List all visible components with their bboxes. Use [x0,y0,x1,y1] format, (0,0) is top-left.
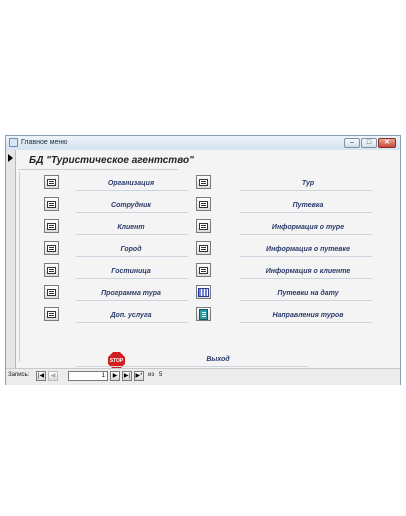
client-info-label[interactable]: Информация о клиенте [253,267,363,277]
open-hotel-button[interactable] [44,263,59,277]
switchboard-form: БД "Туристическое агентство" Организация… [16,150,400,369]
open-voucher-button[interactable] [196,197,211,211]
item-underline [240,300,372,301]
vouchers-by-date-label[interactable]: Путевки на дату [253,289,363,299]
form-icon [199,266,208,274]
voucher-label[interactable]: Путевка [253,201,363,211]
open-client-info-button[interactable] [196,263,211,277]
maximize-button[interactable]: □ [361,138,377,148]
open-employee-button[interactable] [44,197,59,211]
last-record-button[interactable]: ▶| [122,371,132,381]
prev-record-button[interactable]: ◀ [48,371,58,381]
item-underline [76,256,188,257]
form-icon [199,178,208,186]
open-tour-button[interactable] [196,175,211,189]
open-city-button[interactable] [44,241,59,255]
report-grid-icon [198,287,209,297]
of-label: из [148,372,155,378]
form-icon [47,222,56,230]
item-underline [76,278,188,279]
tour-directions-label[interactable]: Направления туров [253,311,363,321]
title-divider [18,169,178,170]
records-label: Запись: [8,372,30,378]
open-extra-service-button[interactable] [44,307,59,321]
form-title: БД "Туристическое агентство" [29,155,194,166]
open-client-button[interactable] [44,219,59,233]
form-icon [199,200,208,208]
form-icon [199,244,208,252]
tour-label[interactable]: Тур [253,179,363,189]
form-window-icon [9,138,18,147]
next-record-button[interactable]: ▶ [110,371,120,381]
window-title: Главное меню [21,139,68,146]
item-underline [76,190,188,191]
close-button[interactable]: ✕ [378,138,396,148]
form-icon [47,178,56,186]
item-underline [240,212,372,213]
open-vouchers-by-date-button[interactable] [196,285,211,299]
exit-label[interactable]: Выход [168,355,268,365]
extra-service-label[interactable]: Доп. услуга [81,311,181,321]
item-underline [76,322,188,323]
item-underline [240,256,372,257]
organization-label[interactable]: Организация [81,179,181,189]
form-icon [199,222,208,230]
main-menu-window: Главное меню ‒ □ ✕ БД "Туристическое аге… [5,135,401,385]
item-underline [240,278,372,279]
city-label[interactable]: Город [81,245,181,255]
tour-info-label[interactable]: Информация о туре [253,223,363,233]
item-underline [76,234,188,235]
hotel-label[interactable]: Гостиница [81,267,181,277]
form-icon [47,266,56,274]
open-tour-program-button[interactable] [44,285,59,299]
first-record-button[interactable]: |◀ [36,371,46,381]
form-icon [47,200,56,208]
current-record-arrow-icon [8,154,13,162]
left-divider [19,172,20,362]
open-tour-directions-button[interactable] [196,307,211,321]
form-icon [47,244,56,252]
minimize-button[interactable]: ‒ [344,138,360,148]
form-icon [47,288,56,296]
item-underline [76,212,188,213]
item-underline [240,234,372,235]
current-record-input[interactable]: 1 [68,371,108,381]
item-underline [76,300,188,301]
new-record-button[interactable]: ▶* [134,371,144,381]
item-underline [240,190,372,191]
open-organization-button[interactable] [44,175,59,189]
form-icon [47,310,56,318]
open-voucher-info-button[interactable] [196,241,211,255]
employee-label[interactable]: Сотрудник [81,201,181,211]
exit-underline [76,366,308,367]
record-navigation-bar: Запись: |◀ ◀ 1 ▶ ▶| ▶* из 5 [6,368,400,385]
title-bar[interactable]: Главное меню ‒ □ ✕ [6,136,400,151]
item-underline [240,322,372,323]
client-label[interactable]: Клиент [81,223,181,233]
open-tour-info-button[interactable] [196,219,211,233]
voucher-info-label[interactable]: Информация о путевке [253,245,363,255]
record-selector[interactable] [6,150,16,368]
tour-program-label[interactable]: Программа тура [81,289,181,299]
book-icon [199,308,208,320]
total-records: 5 [159,372,163,378]
